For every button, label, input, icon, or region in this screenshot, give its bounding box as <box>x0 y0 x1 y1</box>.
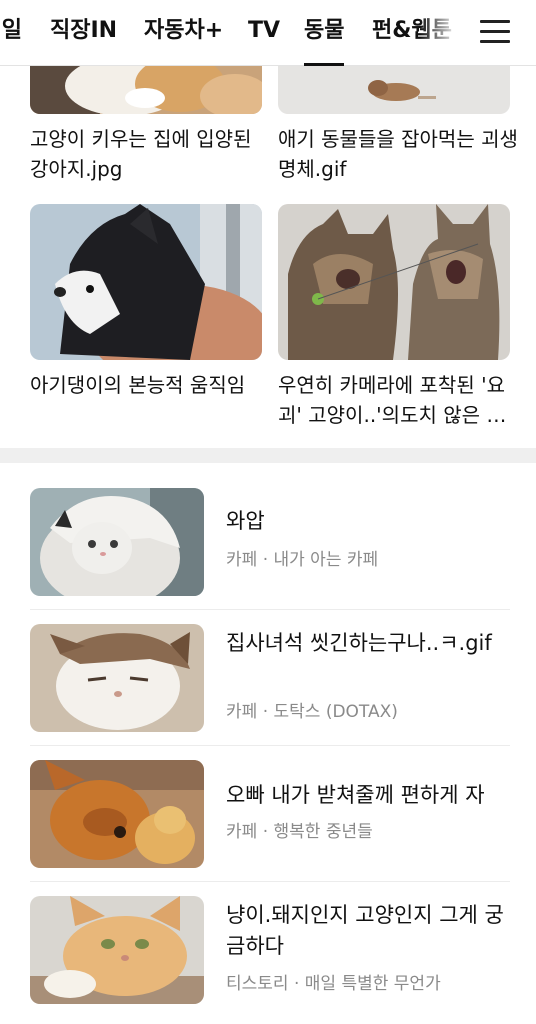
list-item-author: 내가 아는 카페 <box>273 550 379 570</box>
tab-tv[interactable]: TV <box>248 16 280 46</box>
list-item-author: 매일 특별한 무언가 <box>304 974 441 994</box>
list-item-source: 카페 <box>226 822 258 842</box>
grid-card-thumbnail[interactable] <box>30 66 262 114</box>
grid-card-title[interactable]: 우연히 카메라에 포착된 '요괴' 고양이..'의도치 않은 명장면' <box>278 370 518 430</box>
grid-card-title[interactable]: 고양이 키우는 집에 입양된 강아지.jpg <box>30 124 270 184</box>
list-item[interactable]: 오빠 내가 받쳐줄께 편하게 자 카페 · 행복한 중년들 <box>30 746 510 882</box>
tab-cars[interactable]: 자동차+ <box>144 16 223 46</box>
list-item-thumbnail <box>30 488 204 596</box>
hamburger-menu-icon[interactable] <box>480 20 510 44</box>
list-item-title[interactable]: 냥이.돼지인지 고양인지 그게 궁금하다 <box>226 900 510 962</box>
tab-animals[interactable]: 동물 <box>304 16 345 66</box>
list-item-thumbnail <box>30 760 204 868</box>
list-item-title[interactable]: 집사녀석 씻긴하는구나..ㅋ.gif <box>226 628 510 659</box>
grid-card-thumbnail[interactable] <box>30 204 262 360</box>
list-item-meta: 티스토리 · 매일 특별한 무언가 <box>226 972 441 996</box>
tab-scroll-fade <box>420 0 475 64</box>
list-item[interactable]: 집사녀석 씻긴하는구나..ㅋ.gif 카페 · 도탁스 (DOTAX) <box>30 610 510 746</box>
meta-separator: · <box>262 702 269 722</box>
meta-separator: · <box>293 974 300 994</box>
list-item-title[interactable]: 와압 <box>226 506 510 537</box>
list-item-author: 행복한 중년들 <box>273 822 373 842</box>
list-item-meta: 카페 · 행복한 중년들 <box>226 820 373 844</box>
list-item[interactable]: 냥이.돼지인지 고양인지 그게 궁금하다 티스토리 · 매일 특별한 무언가 <box>30 882 510 1018</box>
grid-card-thumbnail[interactable] <box>278 204 510 360</box>
section-divider <box>0 448 536 463</box>
tab-workplace[interactable]: 직장IN <box>50 16 117 46</box>
list-item-meta: 카페 · 도탁스 (DOTAX) <box>226 700 398 724</box>
list-item-source: 카페 <box>226 550 258 570</box>
tab-partial[interactable]: 일 <box>2 16 22 46</box>
list-item-source: 카페 <box>226 702 258 722</box>
list-item-meta: 카페 · 내가 아는 카페 <box>226 548 378 572</box>
grid-card-title[interactable]: 애기 동물들을 잡아먹는 괴생명체.gif <box>278 124 518 184</box>
grid-card-title[interactable]: 아기댕이의 본능적 움직임 <box>30 370 270 400</box>
grid-card-thumbnail[interactable] <box>278 66 510 114</box>
list-item-thumbnail <box>30 624 204 732</box>
list-item-source: 티스토리 <box>226 974 289 994</box>
meta-separator: · <box>262 550 269 570</box>
list-item[interactable]: 와압 카페 · 내가 아는 카페 <box>30 474 510 610</box>
list-item-title[interactable]: 오빠 내가 받쳐줄께 편하게 자 <box>226 780 510 811</box>
category-nav: 일 직장IN 자동차+ TV 동물 펀&웹툰 <box>0 0 536 66</box>
list-item-author: 도탁스 (DOTAX) <box>273 702 398 722</box>
list-item-thumbnail <box>30 896 204 1004</box>
meta-separator: · <box>262 822 269 842</box>
